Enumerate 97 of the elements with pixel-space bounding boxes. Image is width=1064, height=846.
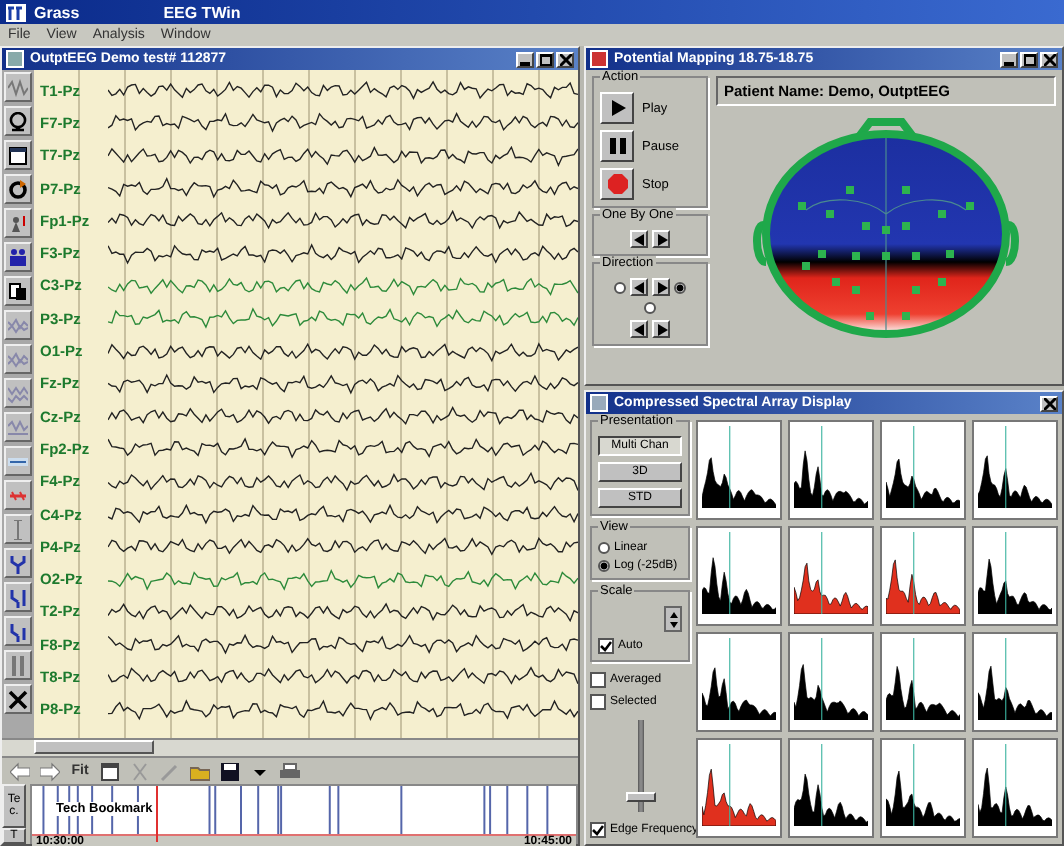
tool-button[interactable] (4, 242, 32, 272)
window-icon (590, 50, 608, 68)
edge-frequency-line (1005, 426, 1007, 508)
play-button[interactable] (600, 92, 634, 124)
wave-icon (8, 383, 28, 403)
edge-frequency-line (1005, 638, 1007, 720)
wave-icon (8, 417, 28, 437)
tool-button[interactable] (4, 616, 32, 646)
edge-frequency-line (1005, 744, 1007, 826)
close-icon (1043, 53, 1055, 65)
right-triangle-icon (655, 281, 667, 293)
checkmark-icon (592, 824, 604, 836)
edge-frequency-line (913, 744, 915, 826)
close-icon (1043, 397, 1055, 409)
edge-frequency-line (821, 744, 823, 826)
people-icon (8, 247, 28, 267)
tool-button[interactable] (4, 106, 32, 136)
forward-button[interactable] (652, 320, 670, 338)
bar-icon (8, 519, 28, 539)
tool-button[interactable] (4, 208, 32, 238)
fork-icon (8, 553, 28, 573)
window-icon (8, 145, 28, 165)
edge-frequency-line (729, 532, 731, 614)
close-icon (559, 53, 571, 65)
tool-button[interactable] (4, 174, 32, 204)
omega-icon (8, 111, 28, 131)
horizontal-scrollbar[interactable] (2, 738, 578, 756)
pages-icon (8, 281, 28, 301)
radio-button[interactable] (614, 281, 626, 293)
radio-button[interactable] (598, 542, 610, 554)
play-icon (607, 98, 627, 118)
up-down-arrows-icon (667, 609, 679, 629)
checkbox[interactable] (590, 672, 606, 688)
radio-button[interactable] (674, 281, 686, 293)
edge-frequency-line (729, 426, 731, 508)
pause-icon (607, 136, 627, 156)
right-triangle-icon (655, 233, 667, 245)
maximize-icon (539, 53, 551, 65)
stop-button[interactable] (600, 168, 634, 200)
forward-button[interactable] (652, 278, 670, 296)
tool-button[interactable] (4, 140, 32, 170)
edge-frequency-line (1005, 532, 1007, 614)
close-button[interactable] (556, 51, 574, 67)
step-back-button[interactable] (630, 230, 648, 248)
checkmark-icon (600, 640, 612, 652)
app-title: Grass (34, 3, 80, 21)
window-icon (6, 50, 24, 68)
maximize-icon (1023, 53, 1035, 65)
left-triangle-icon (633, 323, 645, 335)
right-triangle-icon (655, 323, 667, 335)
left-triangle-icon (633, 233, 645, 245)
edge-frequency-line (913, 532, 915, 614)
checkbox[interactable] (598, 638, 614, 654)
radio-button[interactable] (598, 560, 610, 572)
maximize-button[interactable] (1020, 51, 1038, 67)
fork-icon (8, 621, 28, 641)
edge-frequency-line (729, 744, 731, 826)
toolbar-button[interactable] (218, 760, 242, 782)
toolbar-button[interactable] (98, 760, 122, 782)
scroll-thumb[interactable] (34, 740, 154, 754)
wave-icon (8, 349, 28, 369)
tool-button[interactable] (4, 276, 32, 306)
backward-button[interactable] (630, 320, 648, 338)
window-icon (590, 394, 608, 412)
edge-frequency-line (729, 638, 731, 720)
wave-icon (8, 77, 28, 97)
edge-frequency-line (821, 426, 823, 508)
close-button[interactable] (1040, 395, 1058, 411)
left-arrow-icon (10, 761, 30, 781)
tool-button[interactable] (4, 548, 32, 578)
app-subtitle: EEG TWin (163, 3, 241, 21)
edge-frequency-line (913, 638, 915, 720)
printer-icon (280, 761, 300, 781)
radio-button[interactable] (644, 302, 656, 314)
minimize-button[interactable] (516, 51, 534, 67)
close-button[interactable] (1040, 51, 1058, 67)
edge-frequency-line (913, 426, 915, 508)
slider-thumb[interactable] (625, 792, 655, 803)
step-forward-button[interactable] (652, 230, 670, 248)
bars-icon (8, 655, 28, 675)
person-icon (8, 213, 28, 233)
checkbox[interactable] (590, 822, 606, 838)
stop-icon (607, 174, 627, 194)
fork-icon (8, 587, 28, 607)
left-triangle-icon (633, 281, 645, 293)
backward-button[interactable] (630, 278, 648, 296)
minimize-button[interactable] (1000, 51, 1018, 67)
tool-button[interactable] (4, 684, 32, 714)
wave-icon (8, 315, 28, 335)
checkbox[interactable] (590, 694, 606, 710)
maximize-button[interactable] (536, 51, 554, 67)
tool-button[interactable] (4, 582, 32, 612)
edge-frequency-line (821, 532, 823, 614)
edge-frequency-line (821, 638, 823, 720)
app-logo-icon (6, 3, 26, 21)
pause-button[interactable] (600, 130, 634, 162)
spin-control[interactable] (664, 606, 682, 632)
